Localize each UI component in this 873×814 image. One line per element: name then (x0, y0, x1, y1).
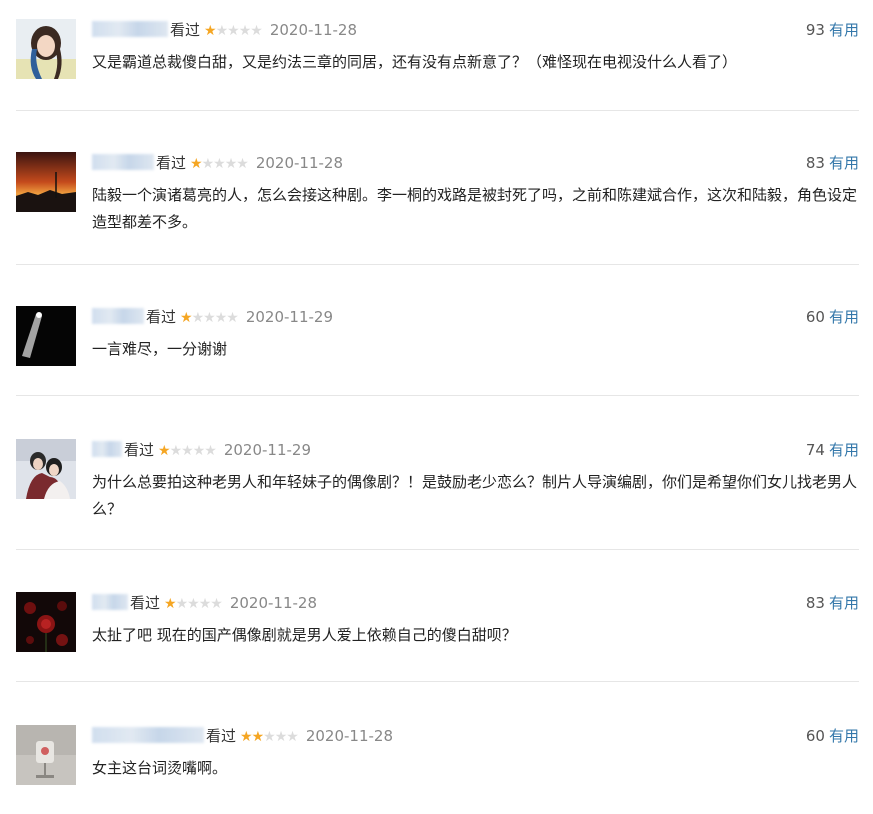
rating-stars: ★★★★★ (164, 593, 223, 615)
star-filled-icon: ★ (180, 310, 193, 326)
useful-votes: 74 有用 (806, 439, 859, 461)
star-empty-icon: ★ (187, 596, 200, 612)
useful-votes: 93 有用 (806, 19, 859, 41)
star-empty-icon: ★ (214, 310, 228, 326)
comment-item: 看过 ★★★★★ 2020-11-29 60 有用 一言难尽，一分谢谢 (16, 306, 859, 396)
avatar[interactable] (16, 152, 76, 212)
rating-stars: ★★★★★ (204, 20, 263, 42)
votes-count: 60 (805, 308, 825, 326)
comment-date: 2020-11-29 (223, 441, 312, 459)
username-blurred[interactable] (92, 154, 154, 170)
star-empty-icon: ★ (175, 596, 189, 612)
avatar[interactable] (16, 439, 76, 499)
star-empty-icon: ★ (224, 156, 238, 172)
username-blurred[interactable] (92, 727, 204, 743)
comment-header: 看过 ★★★★★ 2020-11-28 83 有用 (92, 152, 859, 174)
comment-text: 女主这台词烫嘴啊。 (92, 759, 228, 777)
star-filled-icon: ★ (164, 596, 177, 612)
votes-count: 83 (805, 154, 825, 172)
comment-item: 看过 ★★★★★ 2020-11-28 83 有用 陆毅一个演诸葛亮的人，怎么会接这种… (16, 152, 859, 265)
useful-button[interactable]: 有用 (829, 727, 859, 745)
watched-status: 看过 (170, 21, 201, 39)
avatar[interactable] (16, 725, 76, 785)
comment-text: 陆毅一个演诸葛亮的人，怎么会接这种剧。李一桐的戏路是被封死了吗，之前和陈建斌合作… (92, 186, 858, 231)
watched-status: 看过 (146, 308, 177, 326)
star-empty-icon: ★ (236, 156, 249, 172)
watched-status: 看过 (206, 727, 237, 745)
comment-header: 看过 ★★★★★ 2020-11-29 60 有用 (92, 306, 859, 328)
comment-date: 2020-11-28 (229, 594, 318, 612)
votes-count: 60 (805, 727, 825, 745)
comment-header: 看过 ★★★★★ 2020-11-28 83 有用 (92, 592, 859, 614)
star-empty-icon: ★ (238, 23, 252, 39)
username-blurred[interactable] (92, 21, 168, 37)
star-empty-icon: ★ (192, 443, 206, 459)
comment-header: 看过 ★★★★★ 2020-11-29 74 有用 (92, 439, 859, 461)
useful-button[interactable]: 有用 (829, 308, 859, 326)
votes-count: 83 (805, 594, 825, 612)
star-empty-icon: ★ (210, 596, 223, 612)
username-blurred[interactable] (92, 441, 122, 457)
comment-text: 又是霸道总裁傻白甜，又是约法三章的同居，还有没有点新意了？（难怪现在电视没什么人… (92, 53, 738, 71)
rating-stars: ★★★★★ (240, 726, 299, 748)
star-empty-icon: ★ (191, 310, 205, 326)
useful-votes: 60 有用 (806, 306, 859, 328)
watched-status: 看过 (130, 594, 161, 612)
comment-item: 看过 ★★★★★ 2020-11-29 74 有用 为什么总要拍这种老男人和年轻妹子的… (16, 439, 859, 550)
star-empty-icon: ★ (250, 23, 263, 39)
watched-status: 看过 (124, 441, 155, 459)
star-filled-icon: ★ (190, 156, 203, 172)
star-empty-icon: ★ (226, 310, 239, 326)
comment-date: 2020-11-28 (269, 21, 358, 39)
star-filled-icon: ★ (240, 729, 253, 745)
watched-status: 看过 (156, 154, 187, 172)
star-empty-icon: ★ (274, 729, 288, 745)
star-empty-icon: ★ (286, 729, 299, 745)
star-empty-icon: ★ (203, 310, 216, 326)
star-empty-icon: ★ (213, 156, 226, 172)
comment-header: 看过 ★★★★★ 2020-11-28 60 有用 (92, 725, 859, 747)
comment-item: 看过 ★★★★★ 2020-11-28 60 有用 女主这台词烫嘴啊。 (16, 725, 859, 795)
useful-button[interactable]: 有用 (829, 21, 859, 39)
star-empty-icon: ★ (169, 443, 183, 459)
rating-stars: ★★★★★ (180, 307, 239, 329)
username-blurred[interactable] (92, 594, 128, 610)
star-filled-icon: ★ (204, 23, 217, 39)
useful-votes: 83 有用 (806, 592, 859, 614)
comment-item: 看过 ★★★★★ 2020-11-28 93 有用 又是霸道总裁傻白甜，又是约法三章的… (16, 19, 859, 111)
comment-date: 2020-11-29 (245, 308, 334, 326)
comment-date: 2020-11-28 (305, 727, 394, 745)
star-empty-icon: ★ (201, 156, 215, 172)
comment-date: 2020-11-28 (255, 154, 344, 172)
rating-stars: ★★★★★ (158, 440, 217, 462)
votes-count: 74 (805, 441, 825, 459)
useful-button[interactable]: 有用 (829, 154, 859, 172)
comment-text: 一言难尽，一分谢谢 (92, 340, 228, 358)
comment-item: 看过 ★★★★★ 2020-11-28 83 有用 太扯了吧 现在的国产偶像剧就是男人… (16, 592, 859, 682)
star-empty-icon: ★ (181, 443, 194, 459)
username-blurred[interactable] (92, 308, 144, 324)
rating-stars: ★★★★★ (190, 153, 249, 175)
star-empty-icon: ★ (204, 443, 217, 459)
avatar[interactable] (16, 592, 76, 652)
star-empty-icon: ★ (215, 23, 229, 39)
avatar[interactable] (16, 306, 76, 366)
star-empty-icon: ★ (227, 23, 240, 39)
comment-header: 看过 ★★★★★ 2020-11-28 93 有用 (92, 19, 859, 41)
votes-count: 93 (805, 21, 825, 39)
star-empty-icon: ★ (198, 596, 212, 612)
useful-button[interactable]: 有用 (829, 594, 859, 612)
comment-text: 为什么总要拍这种老男人和年轻妹子的偶像剧？！是鼓励老少恋么？制片人导演编剧，你们… (92, 473, 858, 518)
useful-votes: 83 有用 (806, 152, 859, 174)
star-empty-icon: ★ (263, 729, 276, 745)
star-filled-icon: ★ (158, 443, 171, 459)
comment-text: 太扯了吧 现在的国产偶像剧就是男人爱上依赖自己的傻白甜呗？ (92, 626, 517, 644)
useful-button[interactable]: 有用 (829, 441, 859, 459)
avatar[interactable] (16, 19, 76, 79)
useful-votes: 60 有用 (806, 725, 859, 747)
star-filled-icon: ★ (251, 729, 265, 745)
